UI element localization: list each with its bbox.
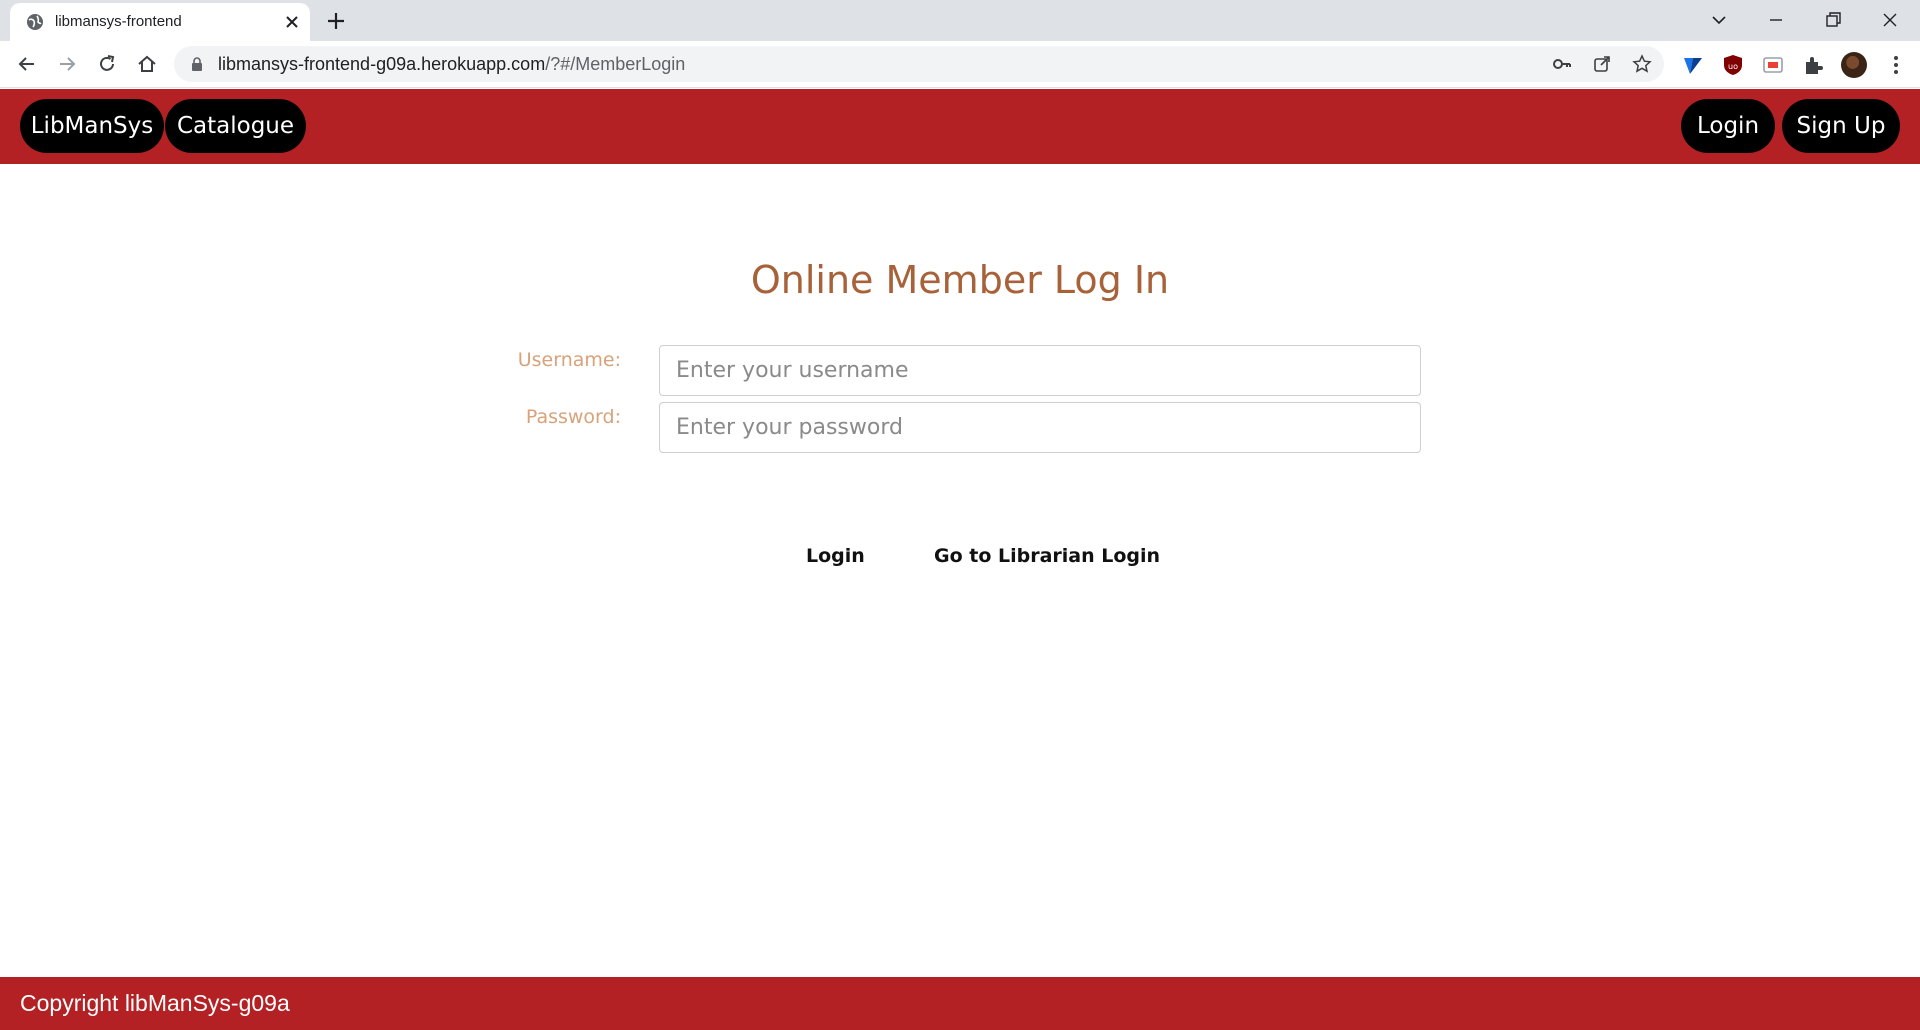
star-icon[interactable] [1632,54,1652,74]
menu-icon[interactable] [1885,54,1907,76]
reload-icon[interactable] [95,52,119,76]
profile-avatar[interactable] [1841,52,1867,78]
page-title: Online Member Log In [750,258,1170,302]
lock-icon [192,57,202,71]
forward-icon[interactable] [55,52,79,76]
brand-button[interactable]: LibManSys [20,99,164,153]
footer: Copyright libManSys-g09a [0,977,1920,1030]
url-domain: libmansys-frontend-g09a.herokuapp.com [218,54,546,74]
url-path: /?#/MemberLogin [545,54,686,74]
plus-icon[interactable] [325,10,347,32]
vpn-extension-icon[interactable] [1682,54,1704,76]
address-bar[interactable]: libmansys-frontend-g09a.herokuapp.com/?#… [174,46,1664,82]
back-icon[interactable] [15,52,39,76]
share-icon[interactable] [1592,54,1612,74]
login-button[interactable]: Login [806,545,865,567]
svg-text:uo: uo [1728,62,1738,71]
copyright-text: Copyright libManSys-g09a [20,990,290,1016]
key-icon[interactable] [1552,54,1572,74]
restore-icon[interactable] [1821,8,1845,32]
password-input[interactable] [659,402,1421,453]
close-icon[interactable] [282,12,302,32]
chevron-down-icon[interactable] [1707,8,1731,32]
browser-tabstrip: libmansys-frontend [0,0,1920,41]
librarian-login-link[interactable]: Go to Librarian Login [934,545,1160,567]
ublock-extension-icon[interactable]: uo [1722,54,1744,76]
username-input[interactable] [659,345,1421,396]
username-label: Username: [517,349,621,371]
tab-title: libmansys-frontend [55,13,182,30]
cast-extension-icon[interactable] [1762,54,1784,76]
signup-button[interactable]: Sign Up [1782,99,1900,153]
nav-login-button[interactable]: Login [1681,99,1775,153]
extension-icon[interactable] [1802,54,1824,76]
app-navbar: LibManSys Catalogue Login Sign Up [0,89,1920,164]
browser-toolbar: libmansys-frontend-g09a.herokuapp.com/?#… [0,41,1920,88]
globe-icon [27,14,43,30]
browser-tab[interactable]: libmansys-frontend [10,3,310,41]
minimize-icon[interactable] [1764,8,1788,32]
home-icon[interactable] [135,52,159,76]
close-window-icon[interactable] [1878,8,1902,32]
catalogue-button[interactable]: Catalogue [165,99,306,153]
url-text: libmansys-frontend-g09a.herokuapp.com/?#… [218,54,685,75]
password-label: Password: [525,406,621,428]
